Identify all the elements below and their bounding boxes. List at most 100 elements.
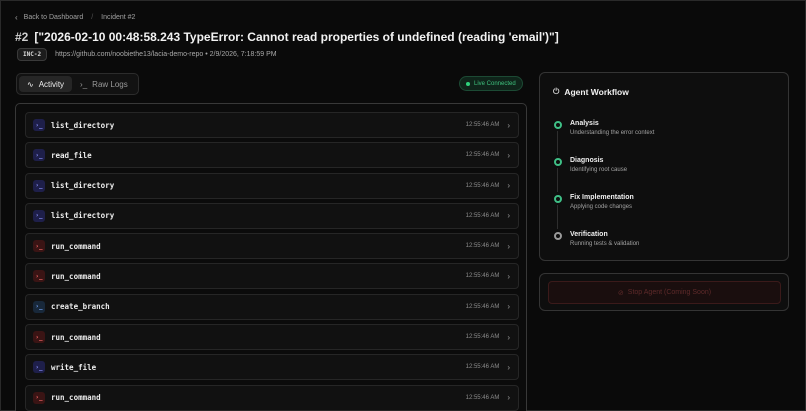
- view-tabs: ∿ Activity ›_ Raw Logs: [16, 73, 139, 95]
- tab-raw-logs[interactable]: ›_ Raw Logs: [72, 76, 136, 92]
- timestamp: 12:55:46 AM: [465, 394, 500, 401]
- breadcrumb: ‹ Back to Dashboard / Incident #2: [15, 13, 135, 22]
- tab-activity[interactable]: ∿ Activity: [19, 76, 73, 92]
- chevron-right-icon: ›: [507, 271, 510, 281]
- tool-name: create_branch: [51, 302, 110, 312]
- terminal-icon: ›_: [33, 179, 45, 192]
- activity-row[interactable]: ›_ list_directory 12:55:46 AM ›: [25, 202, 519, 229]
- chevron-right-icon: ›: [507, 181, 510, 191]
- chevron-right-icon: ›: [507, 120, 510, 130]
- incident-meta: INC-2 https://github.com/noobiethe13/lac…: [17, 48, 277, 61]
- timestamp: 12:55:46 AM: [465, 152, 500, 159]
- chevron-right-icon: ›: [507, 241, 510, 251]
- activity-list: ›_ list_directory 12:55:46 AM › ›_ read_file 1…: [25, 112, 519, 411]
- stop-agent-button[interactable]: ⊘ Stop Agent (Coming Soon): [548, 281, 781, 304]
- step-title: Diagnosis: [570, 157, 604, 164]
- step-description: Understanding the error context: [570, 130, 655, 136]
- timestamp: 12:55:46 AM: [465, 122, 500, 128]
- step-title: Fix Implementation: [570, 194, 634, 201]
- activity-row[interactable]: ›_ create_branch 12:55:46 AM ›: [25, 293, 519, 320]
- tool-name: list_directory: [51, 181, 115, 191]
- activity-row[interactable]: ›_ read_file 12:55:46 AM ›: [25, 142, 519, 169]
- workflow-steps: Analysis Understanding the error context D…: [554, 119, 654, 267]
- tab-raw-logs-label: Raw Logs: [92, 79, 128, 89]
- incident-number: #2: [15, 30, 29, 44]
- workflow-title: Agent Workflow: [564, 87, 629, 97]
- step-title: Verification: [570, 231, 608, 238]
- tool-name: list_directory: [51, 211, 115, 221]
- step-connector: [557, 205, 558, 229]
- terminal-icon: ›_: [33, 240, 45, 253]
- complete-circle-icon: [554, 195, 562, 203]
- activity-row[interactable]: ›_ list_directory 12:55:46 AM ›: [25, 172, 519, 199]
- back-to-dashboard-link[interactable]: Back to Dashboard: [24, 14, 84, 21]
- terminal-icon: ›_: [33, 209, 45, 222]
- breadcrumb-separator: /: [91, 14, 94, 21]
- step-description: Identifying root cause: [570, 167, 628, 173]
- bot-icon: ⏻: [553, 87, 560, 96]
- status-label: Live Connected: [474, 80, 516, 87]
- activity-panel: ›_ list_directory 12:55:46 AM › ›_ read_file 1…: [15, 103, 527, 411]
- chevron-right-icon: ›: [507, 211, 510, 221]
- chevron-right-icon: ›: [507, 362, 510, 372]
- tool-name: run_command: [51, 393, 101, 403]
- breadcrumb-current: Incident #2: [101, 14, 136, 21]
- chevron-right-icon: ›: [507, 332, 510, 342]
- app-window: ‹ Back to Dashboard / Incident #2 #2 ["2…: [0, 0, 806, 411]
- live-dot-icon: [466, 81, 470, 86]
- incident-title: ["2026-02-10 00:48:58.243 TypeError: Can…: [34, 30, 559, 44]
- complete-circle-icon: [554, 121, 562, 129]
- complete-circle-icon: [554, 158, 562, 166]
- timestamp: 12:55:46 AM: [465, 364, 500, 371]
- status-badge: Live Connected: [459, 76, 523, 91]
- terminal-icon: ›_: [33, 331, 45, 344]
- tool-name: run_command: [51, 332, 101, 342]
- terminal-icon: ›_: [33, 391, 45, 404]
- activity-row[interactable]: ›_ run_command 12:55:46 AM ›: [25, 263, 519, 290]
- timestamp: 12:55:46 AM: [465, 303, 500, 310]
- tool-name: run_command: [51, 241, 101, 251]
- activity-row[interactable]: ›_ list_directory 12:55:46 AM ›: [25, 112, 519, 138]
- chevron-right-icon: ›: [507, 393, 510, 403]
- timestamp: 12:55:46 AM: [465, 212, 500, 219]
- terminal-icon: ›_: [33, 361, 45, 374]
- activity-row[interactable]: ›_ write_file 12:55:46 AM ›: [25, 354, 519, 381]
- terminal-icon: ›_: [33, 149, 45, 162]
- step-description: Applying code changes: [570, 204, 633, 210]
- activity-icon: ∿: [27, 79, 34, 89]
- activity-row[interactable]: ›_ run_command 12:55:46 AM ›: [25, 324, 519, 351]
- timestamp: 12:55:46 AM: [465, 273, 500, 280]
- tool-name: read_file: [51, 150, 92, 160]
- terminal-icon: ›_: [33, 119, 45, 131]
- incident-meta-text: https://github.com/noobiethe13/lacia-dem…: [55, 51, 277, 58]
- tool-name: run_command: [51, 271, 101, 281]
- terminal-icon: ›_: [33, 300, 45, 313]
- step-title: Analysis: [570, 120, 599, 127]
- chevron-right-icon: ›: [507, 302, 510, 312]
- page-title: #2 ["2026-02-10 00:48:58.243 TypeError: …: [15, 30, 559, 44]
- workflow-header: ⏻ Agent Workflow: [553, 87, 629, 97]
- step-connector: [557, 131, 558, 155]
- workflow-step: Verification Running tests & validation: [554, 230, 654, 267]
- tool-name: list_directory: [51, 120, 115, 130]
- chevron-left-icon: ‹: [15, 13, 18, 22]
- timestamp: 12:55:46 AM: [465, 182, 500, 189]
- step-description: Running tests & validation: [570, 241, 640, 247]
- timestamp: 12:55:46 AM: [465, 243, 500, 250]
- chevron-right-icon: ›: [507, 150, 510, 160]
- activity-row[interactable]: ›_ run_command 12:55:46 AM ›: [25, 233, 519, 260]
- terminal-icon: ›_: [80, 79, 88, 89]
- step-connector: [557, 168, 558, 192]
- workflow-step: Analysis Understanding the error context: [554, 119, 654, 156]
- timestamp: 12:55:46 AM: [465, 334, 500, 341]
- workflow-step: Diagnosis Identifying root cause: [554, 156, 654, 193]
- activity-row[interactable]: ›_ run_command 12:55:46 AM ›: [25, 384, 519, 411]
- stop-agent-label: Stop Agent (Coming Soon): [627, 289, 712, 296]
- stop-agent-panel: ⊘ Stop Agent (Coming Soon): [539, 273, 789, 311]
- agent-workflow-panel: ⏻ Agent Workflow Analysis Understanding t…: [539, 72, 789, 261]
- incident-badge: INC-2: [17, 48, 48, 61]
- stop-icon: ⊘: [617, 289, 624, 297]
- pending-circle-icon: [554, 232, 562, 240]
- tab-activity-label: Activity: [38, 79, 65, 89]
- workflow-step: Fix Implementation Applying code changes: [554, 193, 654, 230]
